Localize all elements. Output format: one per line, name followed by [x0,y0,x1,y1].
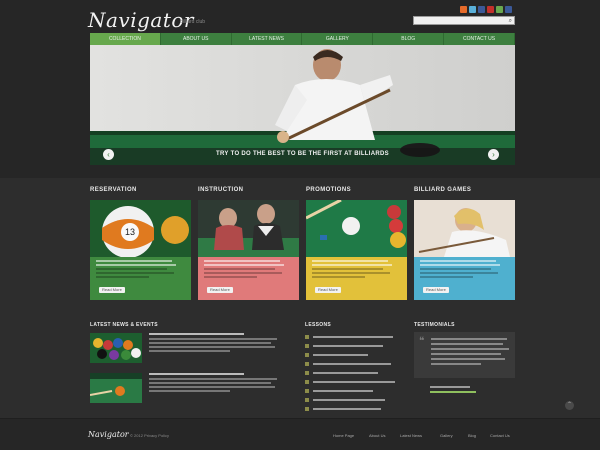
card-body [198,257,299,300]
footer-link-contact[interactable]: Contact Us [490,433,510,438]
bullet-icon [305,370,309,375]
bullet-icon [305,379,309,384]
card-image-balls: 13 [90,200,191,257]
bullet-icon [305,361,309,366]
list-item[interactable] [305,386,400,395]
nav-item-collection[interactable]: Collection [90,33,161,45]
bullet-icon [305,406,309,411]
testimonial-link[interactable] [430,391,476,393]
card-body [90,257,191,300]
read-more-button[interactable]: Read More [207,287,233,293]
footer-link-gallery[interactable]: Gallery [440,433,453,438]
lessons-list [305,332,400,413]
prev-slide-button[interactable]: ‹ [103,149,114,160]
scroll-to-top-button[interactable]: ⌃ [565,401,574,410]
list-item[interactable] [305,404,400,413]
card-billiard-games[interactable]: Read More [414,200,515,300]
list-item[interactable] [305,377,400,386]
lessons-section-title: Lessons [305,322,331,328]
testimonials-section-title: Testimonials [414,322,455,328]
card-reservation[interactable]: 13 Read More [90,200,191,300]
linkedin-icon[interactable] [496,6,503,13]
read-more-button[interactable]: Read More [423,287,449,293]
youtube-icon[interactable] [487,6,494,13]
list-item[interactable] [305,350,400,359]
list-item[interactable] [305,332,400,341]
news-item [149,333,284,354]
bullet-icon [305,388,309,393]
nav-item-blog[interactable]: Blog [373,33,445,45]
card-image-players [198,200,299,257]
read-more-button[interactable]: Read More [99,287,125,293]
testimonial-author [430,386,470,388]
card-instruction[interactable]: Read More [198,200,299,300]
nav-item-contact-us[interactable]: Contact Us [444,33,515,45]
search-input[interactable]: ⌕ [413,16,515,25]
bullet-icon [305,343,309,348]
read-more-button[interactable]: Read More [315,287,341,293]
column-title-promotions: PROMOTIONS [306,187,352,193]
news-thumb-table[interactable] [90,373,142,403]
testimonial-box: ❝ [414,332,515,378]
news-item [149,373,284,394]
search-icon[interactable]: ⌕ [509,17,512,25]
footer-copyright: © 2012 Privacy Policy [130,433,169,438]
card-body [306,257,407,300]
nav-item-about-us[interactable]: About Us [161,33,232,45]
column-title-instruction: INSTRUCTION [198,187,244,193]
footer-link-news[interactable]: Latest News [400,433,422,438]
card-promotions[interactable]: Read More [306,200,407,300]
svg-text:13: 13 [125,227,135,237]
facebook-icon[interactable] [505,6,512,13]
hero-slider: TRY TO DO THE BEST TO BE THE FIRST AT BI… [90,45,515,165]
site-logo[interactable]: Navigator [88,8,194,32]
column-title-billiard-games: BILLIARD GAMES [414,187,472,193]
nav-item-gallery[interactable]: Gallery [302,33,374,45]
social-links [460,6,512,13]
card-image-woman [414,200,515,257]
site-tagline: billiard club [180,19,206,25]
hero-caption: TRY TO DO THE BEST TO BE THE FIRST AT BI… [216,151,389,157]
card-image-table [306,200,407,257]
footer-logo[interactable]: Navigator [88,430,129,439]
bullet-icon [305,397,309,402]
list-item[interactable] [305,368,400,377]
quote-icon: ❝ [419,336,425,347]
list-item[interactable] [305,341,400,350]
page: Navigator billiard club ⌕ Collection Abo… [0,0,600,450]
list-item[interactable] [305,395,400,404]
footer-link-home[interactable]: Home Page [333,433,354,438]
news-section-title: Latest News & Events [90,322,158,328]
news-thumb-balls[interactable] [90,333,142,363]
column-title-reservation: RESERVATION [90,187,137,193]
twitter-icon[interactable] [469,6,476,13]
nav-item-latest-news[interactable]: Latest News [232,33,303,45]
main-nav: Collection About Us Latest News Gallery … [90,33,515,45]
next-slide-button[interactable]: › [488,149,499,160]
rss-icon[interactable] [460,6,467,13]
footer-link-blog[interactable]: Blog [468,433,476,438]
footer-link-about[interactable]: About Us [369,433,385,438]
player-image [275,49,393,143]
facebook-icon[interactable] [478,6,485,13]
card-body [414,257,515,300]
bullet-icon [305,334,309,339]
bullet-icon [305,352,309,357]
list-item[interactable] [305,359,400,368]
